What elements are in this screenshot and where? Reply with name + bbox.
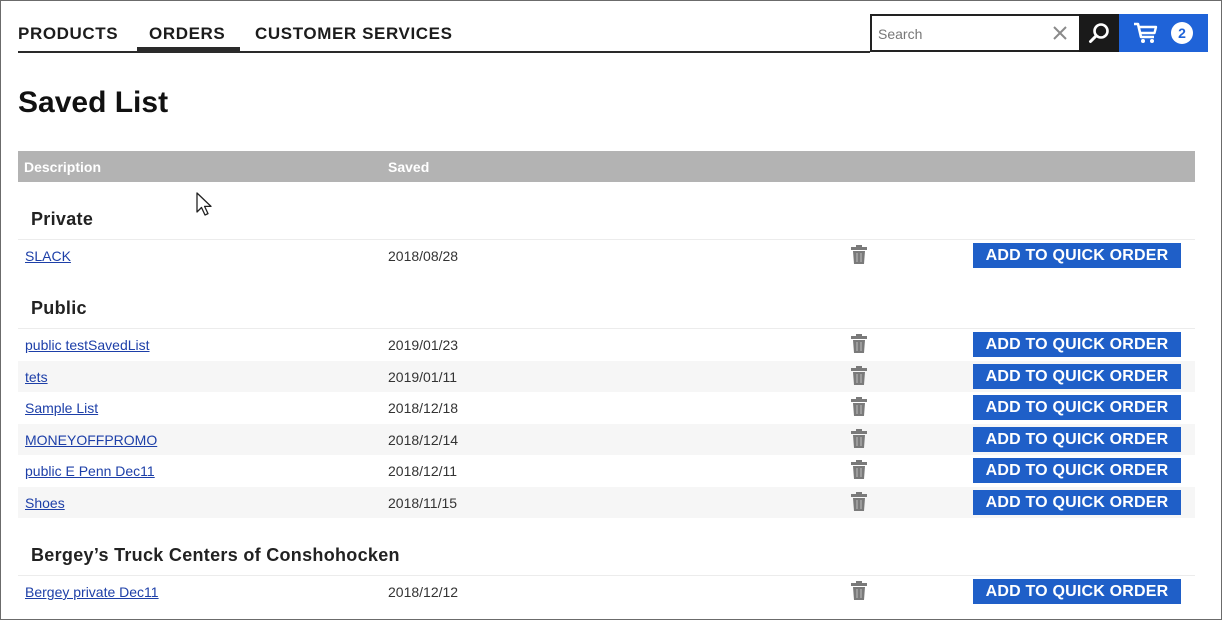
- trash-icon[interactable]: [850, 334, 868, 354]
- saved-date: 2018/12/18: [388, 400, 459, 416]
- add-to-quick-order-button[interactable]: ADD TO QUICK ORDER: [973, 395, 1181, 420]
- group-title-public: Public: [31, 298, 87, 318]
- nav-products[interactable]: PRODUCTS: [18, 24, 118, 44]
- add-to-quick-order-button[interactable]: ADD TO QUICK ORDER: [973, 490, 1181, 515]
- table-header: Description Saved: [18, 151, 1195, 182]
- table-row: tets 2019/01/11 ADD TO QUICK ORDER: [18, 361, 1195, 392]
- column-header-saved[interactable]: Saved: [388, 159, 429, 175]
- add-to-quick-order-button[interactable]: ADD TO QUICK ORDER: [973, 364, 1181, 389]
- trash-icon[interactable]: [850, 397, 868, 417]
- saved-date: 2018/08/28: [388, 248, 459, 264]
- group-title-bergeys: Bergey’s Truck Centers of Conshohocken: [31, 545, 400, 565]
- column-header-description[interactable]: Description: [24, 159, 101, 175]
- trash-icon[interactable]: [850, 492, 868, 512]
- saved-list-link[interactable]: Sample List: [25, 400, 98, 416]
- trash-icon[interactable]: [850, 366, 868, 386]
- saved-list-link[interactable]: SLACK: [25, 248, 71, 264]
- saved-list-link[interactable]: public testSavedList: [25, 337, 150, 353]
- saved-list-link[interactable]: public E Penn Dec11: [25, 463, 155, 479]
- saved-list-link[interactable]: tets: [25, 369, 48, 385]
- page-title: Saved List: [18, 86, 169, 119]
- add-to-quick-order-button[interactable]: ADD TO QUICK ORDER: [973, 332, 1181, 357]
- search-icon: [1089, 23, 1109, 43]
- add-to-quick-order-button[interactable]: ADD TO QUICK ORDER: [973, 458, 1181, 483]
- saved-date: 2019/01/23: [388, 337, 459, 353]
- cart-button[interactable]: 2: [1119, 14, 1208, 52]
- group-title-private: Private: [31, 209, 94, 229]
- saved-date: 2018/12/14: [388, 432, 459, 448]
- add-to-quick-order-button[interactable]: ADD TO QUICK ORDER: [973, 579, 1181, 604]
- saved-list-link[interactable]: Bergey private Dec11: [25, 584, 159, 600]
- nav-customer-services[interactable]: CUSTOMER SERVICES: [255, 24, 453, 44]
- saved-list-link[interactable]: Shoes: [25, 495, 65, 511]
- add-to-quick-order-button[interactable]: ADD TO QUICK ORDER: [973, 243, 1181, 268]
- nav-divider: [18, 51, 870, 53]
- window-frame: [0, 0, 1222, 620]
- table-row: Shoes 2018/11/15 ADD TO QUICK ORDER: [18, 487, 1195, 518]
- search-box: [870, 14, 1081, 52]
- mouse-cursor-icon: [196, 192, 212, 216]
- trash-icon[interactable]: [850, 581, 868, 601]
- table-row: public testSavedList 2019/01/23 ADD TO Q…: [18, 329, 1195, 360]
- table-row: SLACK 2018/08/28 ADD TO QUICK ORDER: [18, 240, 1195, 271]
- table-row: public E Penn Dec11 2018/12/11 ADD TO QU…: [18, 455, 1195, 486]
- nav-orders[interactable]: ORDERS: [149, 24, 225, 44]
- cart-icon: [1134, 22, 1158, 43]
- table-row: MONEYOFFPROMO 2018/12/14 ADD TO QUICK OR…: [18, 424, 1195, 455]
- saved-list-link[interactable]: MONEYOFFPROMO: [25, 432, 157, 448]
- top-navigation: PRODUCTS ORDERS CUSTOMER SERVICES 2: [18, 14, 1208, 54]
- trash-icon[interactable]: [850, 245, 868, 265]
- trash-icon[interactable]: [850, 429, 868, 449]
- search-input[interactable]: [878, 24, 1048, 44]
- trash-icon[interactable]: [850, 460, 868, 480]
- cart-count-badge: 2: [1171, 22, 1193, 44]
- search-button[interactable]: [1079, 14, 1119, 52]
- saved-date: 2018/12/12: [388, 584, 459, 600]
- table-row: Sample List 2018/12/18 ADD TO QUICK ORDE…: [18, 392, 1195, 423]
- add-to-quick-order-button[interactable]: ADD TO QUICK ORDER: [973, 427, 1181, 452]
- saved-date: 2019/01/11: [388, 369, 458, 385]
- table-row: Bergey private Dec11 2018/12/12 ADD TO Q…: [18, 576, 1195, 607]
- close-icon[interactable]: [1048, 20, 1072, 46]
- saved-date: 2018/12/11: [388, 463, 458, 479]
- saved-date: 2018/11/15: [388, 495, 458, 511]
